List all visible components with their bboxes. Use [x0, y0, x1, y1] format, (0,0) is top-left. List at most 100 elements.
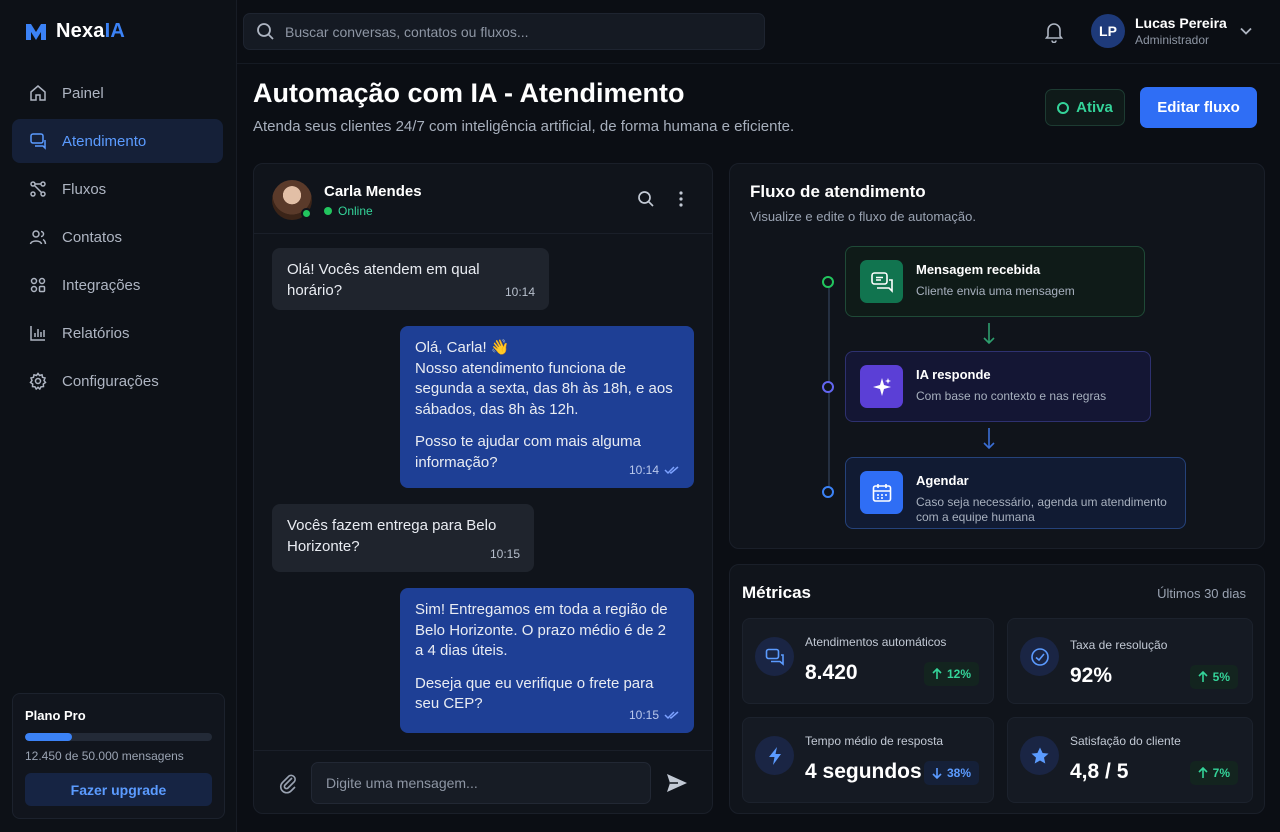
calendar-icon [860, 471, 903, 514]
flow-subtitle: Visualize e edite o fluxo de automação. [750, 209, 976, 224]
flow-step-message-received[interactable]: Mensagem recebida Cliente envia uma mens… [845, 246, 1145, 317]
timeline-node-icon [822, 276, 834, 288]
gear-icon [29, 372, 47, 390]
flow-step-title: Mensagem recebida [916, 262, 1041, 277]
arrow-down-icon [932, 767, 942, 779]
integrations-icon [29, 276, 47, 294]
sidebar-item-fluxos[interactable]: Fluxos [12, 167, 223, 211]
check-circle-icon [1020, 637, 1059, 676]
edit-flow-button[interactable]: Editar fluxo [1140, 87, 1257, 128]
metric-card-response-time[interactable]: Tempo médio de resposta 4 segundos 38% [742, 717, 994, 803]
plan-card: Plano Pro 12.450 de 50.000 mensagens Faz… [12, 693, 225, 819]
sidebar-item-label: Relatórios [62, 324, 130, 342]
user-menu[interactable]: LP Lucas Pereira Administrador [1091, 14, 1227, 48]
metric-delta: 38% [923, 761, 979, 785]
user-role: Administrador [1135, 33, 1210, 47]
page-subtitle: Atenda seus clientes 24/7 com inteligênc… [253, 118, 795, 135]
online-indicator-icon [301, 208, 312, 219]
attachment-icon[interactable] [278, 772, 298, 794]
topbar: LP Lucas Pereira Administrador [237, 0, 1280, 64]
chat-panel: Carla Mendes Online Olá! Vocês atendem e… [253, 163, 713, 814]
user-info: Lucas Pereira Administrador [1135, 15, 1227, 47]
message-time: 10:14 [629, 460, 680, 481]
metric-card-resolution-rate[interactable]: Taxa de resolução 92% 5% [1007, 618, 1253, 704]
search-bar[interactable] [243, 13, 765, 50]
flow-icon [29, 180, 47, 198]
arrow-up-icon [1198, 671, 1208, 683]
status-badge[interactable]: Ativa [1045, 89, 1125, 126]
search-input[interactable] [285, 23, 755, 40]
upgrade-button[interactable]: Fazer upgrade [25, 773, 212, 806]
message-text: Sim! Entregamos em toda a região de Belo… [415, 601, 668, 659]
metric-label: Satisfação do cliente [1070, 734, 1181, 748]
chevron-down-icon[interactable] [1239, 26, 1253, 36]
home-icon [29, 84, 47, 102]
read-receipt-icon [664, 465, 680, 475]
sidebar-item-integracoes[interactable]: Integrações [12, 263, 223, 307]
status-indicator-icon [1057, 101, 1070, 114]
plan-usage-bar [25, 733, 212, 741]
message-time: 10:15 [489, 546, 520, 561]
status-label: Ativa [1076, 99, 1113, 116]
metric-label: Atendimentos automáticos [805, 635, 947, 649]
read-receipt-icon [664, 710, 680, 720]
search-icon [256, 22, 275, 41]
metric-delta: 12% [923, 662, 979, 686]
flow-step-schedule[interactable]: Agendar Caso seja necessário, agenda um … [845, 457, 1186, 529]
metric-delta: 7% [1189, 761, 1238, 785]
arrow-down-icon [982, 322, 996, 346]
sidebar: NexaIA Painel Atendimento Fluxos Contato… [0, 0, 237, 832]
message-text: Olá! Vocês atendem em qual horário? [287, 261, 480, 299]
contact-status-label: Online [338, 204, 373, 218]
sidebar-item-painel[interactable]: Painel [12, 71, 223, 115]
bolt-icon [755, 736, 794, 775]
flow-panel: Fluxo de atendimento Visualize e edite o… [729, 163, 1265, 549]
sidebar-item-configuracoes[interactable]: Configurações [12, 359, 223, 403]
flow-step-desc: Cliente envia uma mensagem [916, 284, 1075, 298]
metric-value: 92% [1070, 664, 1113, 687]
contact-status: Online [324, 204, 373, 218]
timeline-node-icon [822, 381, 834, 393]
metric-card-customer-satisfaction[interactable]: Satisfação do cliente 4,8 / 5 7% [1007, 717, 1253, 803]
sidebar-item-contatos[interactable]: Contatos [12, 215, 223, 259]
more-options-icon[interactable] [678, 190, 684, 208]
sidebar-item-atendimento[interactable]: Atendimento [12, 119, 223, 163]
flow-step-desc: Com base no contexto e nas regras [916, 389, 1107, 403]
metrics-range[interactable]: Últimos 30 dias [1157, 586, 1246, 601]
chat-bubbles-icon [755, 637, 794, 676]
flow-step-desc: Caso seja necessário, agenda um atendime… [916, 495, 1167, 524]
metric-delta-value: 7% [1212, 766, 1230, 780]
metric-card-automatic-services[interactable]: Atendimentos automáticos 8.420 12% [742, 618, 994, 704]
logo-icon [24, 21, 48, 43]
send-icon[interactable] [666, 772, 688, 794]
message-text: Olá, Carla! 👋 Nosso atendimento funciona… [415, 339, 673, 418]
notification-bell-icon[interactable] [1044, 21, 1064, 43]
sidebar-item-label: Integrações [62, 276, 141, 294]
arrow-up-icon [1198, 767, 1208, 779]
metric-value: 4,8 / 5 [1070, 760, 1129, 783]
chat-composer [254, 750, 712, 813]
plan-usage-fill [25, 733, 72, 741]
metric-label: Tempo médio de resposta [805, 734, 944, 748]
brand-logo[interactable]: NexaIA [24, 20, 125, 43]
metrics-panel: Métricas Últimos 30 dias Atendimentos au… [729, 564, 1265, 814]
reports-icon [29, 324, 47, 342]
message-time: 10:14 [504, 284, 535, 299]
metric-delta: 5% [1189, 665, 1238, 689]
page-title: Automação com IA - Atendimento [253, 78, 685, 108]
plan-usage-text: 12.450 de 50.000 mensagens [25, 749, 184, 763]
chat-icon [29, 132, 47, 150]
message-input[interactable] [311, 762, 651, 804]
metric-delta-value: 5% [1212, 670, 1230, 684]
chat-search-icon[interactable] [637, 190, 655, 208]
sidebar-nav: Painel Atendimento Fluxos Contatos Integ… [12, 71, 223, 407]
contact-avatar[interactable] [272, 180, 312, 220]
sidebar-item-label: Configurações [62, 372, 159, 390]
sidebar-item-label: Fluxos [62, 180, 107, 198]
message-outgoing: Olá, Carla! 👋 Nosso atendimento funciona… [400, 326, 694, 488]
metric-label: Taxa de resolução [1070, 638, 1168, 652]
message-outgoing: Sim! Entregamos em toda a região de Belo… [400, 588, 694, 733]
sidebar-item-relatorios[interactable]: Relatórios [12, 311, 223, 355]
flow-step-ai-responds[interactable]: IA responde Com base no contexto e nas r… [845, 351, 1151, 422]
message-incoming: Vocês fazem entrega para Belo Horizonte?… [272, 504, 534, 572]
